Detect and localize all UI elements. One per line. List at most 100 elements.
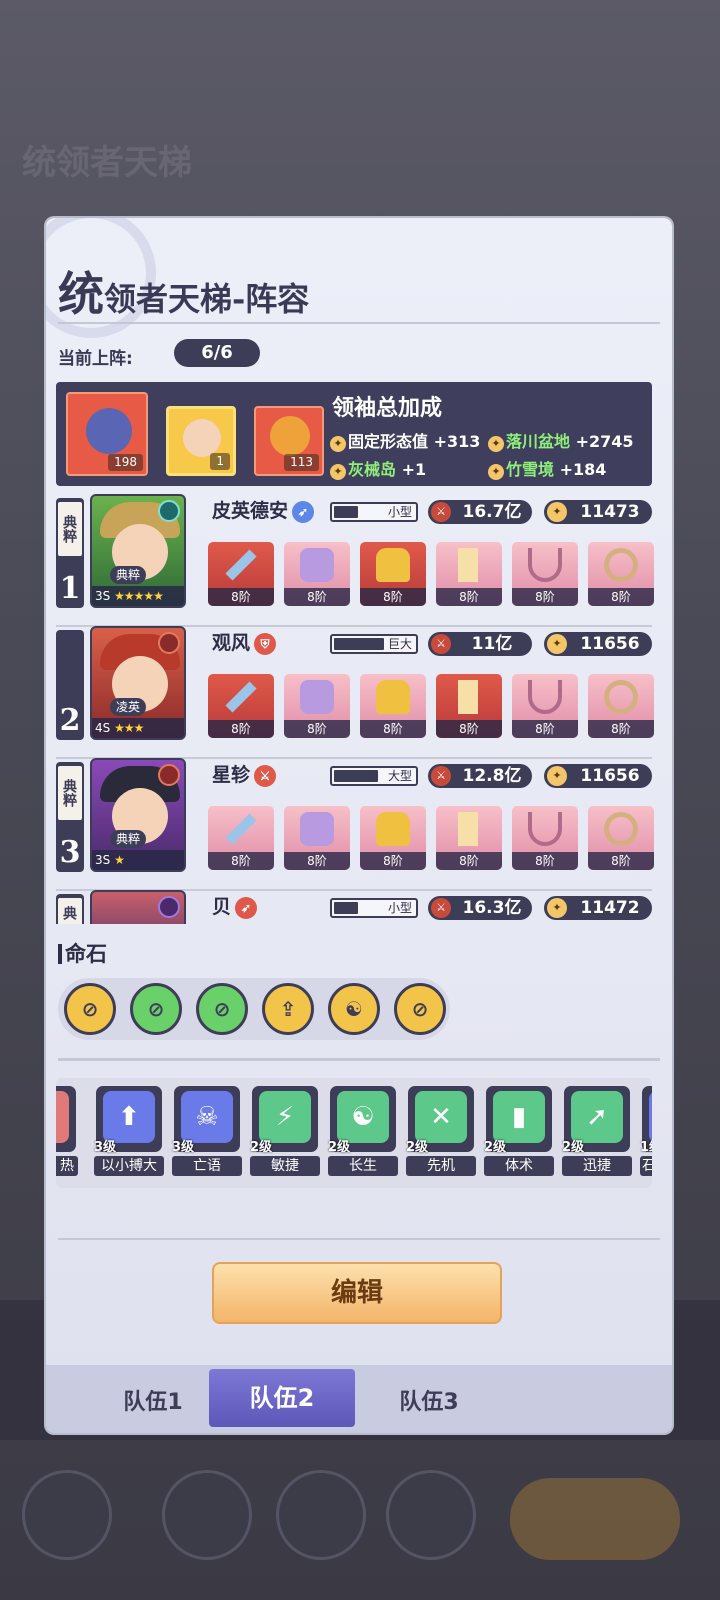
mingshi-stone-icon[interactable]: ☯: [328, 983, 380, 1035]
tab-team-3[interactable]: 队伍3: [356, 1377, 502, 1429]
skill-item[interactable]: ⚡ 2级 敏捷: [250, 1086, 320, 1178]
equip-armor[interactable]: 8阶: [284, 674, 350, 738]
edit-button[interactable]: 编辑: [212, 1262, 502, 1324]
mingshi-title: 命石: [58, 938, 107, 968]
mingshi-stone-icon[interactable]: ⊘: [64, 983, 116, 1035]
leader-portrait-icon: [270, 416, 310, 456]
mingshi-stone-icon[interactable]: ⇪: [262, 983, 314, 1035]
hero-score: ✦ 11472: [544, 896, 652, 920]
hero-size-box: 小型: [330, 898, 418, 918]
hero-row[interactable]: 典粹 1 典粹 3S ★★★★★ 皮英德安 ➶ 小型 ⚔ 16.7亿 ✦ 11473 …: [56, 494, 654, 627]
hero-rank-tag: 典: [58, 898, 82, 924]
tab-team-1[interactable]: 队伍1: [80, 1377, 226, 1429]
equip-boots[interactable]: 8阶: [436, 674, 502, 738]
skill-item[interactable]: 1级石: [640, 1086, 652, 1178]
equip-ring[interactable]: 8阶: [588, 806, 654, 870]
score-star-icon: ✦: [547, 766, 567, 786]
sword-badge-icon: ⚔: [254, 765, 277, 787]
hero-power: ⚔ 11亿: [428, 632, 532, 656]
hero-portrait[interactable]: 典粹 3S ★: [90, 758, 186, 872]
hero-star-bar: 4S ★★★: [92, 718, 184, 738]
equip-sword[interactable]: 8阶: [208, 674, 274, 738]
hero-portrait[interactable]: [90, 890, 186, 924]
tab-team-2[interactable]: 队伍2: [209, 1369, 355, 1427]
bonus-star-icon: ✦: [488, 436, 504, 452]
hero-name: 星轸 ⚔: [212, 760, 277, 787]
leader-card[interactable]: 113: [254, 406, 324, 476]
mingshi-stone-icon[interactable]: ⊘: [196, 983, 248, 1035]
boots-icon: [458, 680, 478, 714]
equip-helmet[interactable]: 8阶: [360, 674, 426, 738]
equip-necklace[interactable]: 8阶: [512, 542, 578, 606]
class-badge-icon: ➶: [292, 501, 315, 523]
equip-necklace[interactable]: 8阶: [512, 674, 578, 738]
size-bar-fill: [334, 902, 358, 914]
background-action-button: [510, 1478, 680, 1560]
ring-icon: [604, 812, 638, 846]
ring-icon: [604, 680, 638, 714]
size-bar-fill: [334, 770, 378, 782]
hero-power: ⚔ 12.8亿: [428, 764, 532, 788]
skill-item[interactable]: ☯ 2级 长生: [328, 1086, 398, 1178]
hero-row[interactable]: 典粹 3 典粹 3S ★ 星轸 ⚔ 大型 ⚔ 12.8亿 ✦ 11656 8阶 8阶 …: [56, 758, 654, 891]
equip-armor[interactable]: 8阶: [284, 542, 350, 606]
hero-score: ✦ 11656: [544, 764, 652, 788]
hero-portrait[interactable]: 典粹 3S ★★★★★: [90, 494, 186, 608]
hero-rank-number: 3: [59, 835, 81, 870]
sword-icon: [225, 681, 257, 713]
boots-icon: [458, 548, 478, 582]
skill-item[interactable]: ➚ 2级 迅捷: [562, 1086, 632, 1178]
equip-necklace[interactable]: 8阶: [512, 806, 578, 870]
equip-boots[interactable]: 8阶: [436, 806, 502, 870]
hero-row[interactable]: 2 凌英 4S ★★★ 观风 ⛨ 巨大 ⚔ 11亿 ✦ 11656 8阶 8阶 8阶 …: [56, 626, 654, 759]
sword-icon: [225, 549, 257, 581]
equip-helmet[interactable]: 8阶: [360, 542, 426, 606]
hero-rank-number: 1: [59, 571, 81, 606]
hero-portrait[interactable]: 凌英 4S ★★★: [90, 626, 186, 740]
leader-card[interactable]: 198: [66, 392, 148, 476]
leader-stat: ✦ 落川盆地 +2745: [488, 428, 634, 452]
section-divider: [58, 1238, 660, 1240]
hero-size-box: 大型: [330, 766, 418, 786]
skill-item[interactable]: ▮ 2级 体术: [484, 1086, 554, 1178]
mingshi-stone-icon[interactable]: ⊘: [394, 983, 446, 1035]
hero-rank: 2: [56, 630, 84, 740]
leader-card-level: 113: [284, 454, 319, 471]
equip-boots[interactable]: 8阶: [436, 542, 502, 606]
equip-armor[interactable]: 8阶: [284, 806, 350, 870]
hero-power: ⚔ 16.3亿: [428, 896, 532, 920]
hero-rank: 典粹 1: [56, 498, 84, 608]
helmet-icon: [376, 548, 410, 582]
lineup-panel: 统领者天梯-阵容 当前上阵: 6/6 198 1 113 领袖总加成 ✦ 固定形态…: [46, 218, 672, 1433]
equip-sword[interactable]: 8阶: [208, 542, 274, 606]
equip-helmet[interactable]: 8阶: [360, 806, 426, 870]
hero-star-bar: 3S ★★★★★: [92, 586, 184, 606]
equip-ring[interactable]: 8阶: [588, 542, 654, 606]
armor-icon: [300, 548, 334, 582]
power-icon: ⚔: [431, 766, 451, 786]
leader-card[interactable]: 1: [166, 406, 236, 476]
panel-title: 统领者天梯-阵容: [58, 258, 309, 324]
hero-portrait-tag: 凌英: [110, 698, 147, 716]
title-divider: [58, 322, 660, 324]
ring-icon: [604, 548, 638, 582]
shield-badge-icon: ⛨: [254, 633, 277, 655]
mingshi-stone-icon[interactable]: ⊘: [130, 983, 182, 1035]
skill-item[interactable]: ✕ 2级 先机: [406, 1086, 476, 1178]
armor-icon: [300, 812, 334, 846]
hero-size-box: 小型: [330, 502, 418, 522]
helmet-icon: [376, 680, 410, 714]
skill-item[interactable]: 热: [56, 1086, 78, 1178]
hero-portrait-tag: 典粹: [110, 566, 147, 584]
class-badge-icon: ➶: [235, 897, 258, 919]
leader-portrait-icon: [86, 408, 132, 454]
skill-item[interactable]: ⬆ 3级 以小搏大: [94, 1086, 164, 1178]
background-circle-button: [162, 1470, 252, 1560]
equip-sword[interactable]: 8阶: [208, 806, 274, 870]
hero-row[interactable]: 典 贝 ➶ 小型 ⚔ 16.3亿 ✦ 11472: [56, 890, 652, 924]
skill-item[interactable]: ☠ 3级 亡语: [172, 1086, 242, 1178]
equip-ring[interactable]: 8阶: [588, 674, 654, 738]
power-icon: ⚔: [431, 898, 451, 918]
hero-rank-tag: 典粹: [58, 766, 82, 820]
score-star-icon: ✦: [547, 502, 567, 522]
